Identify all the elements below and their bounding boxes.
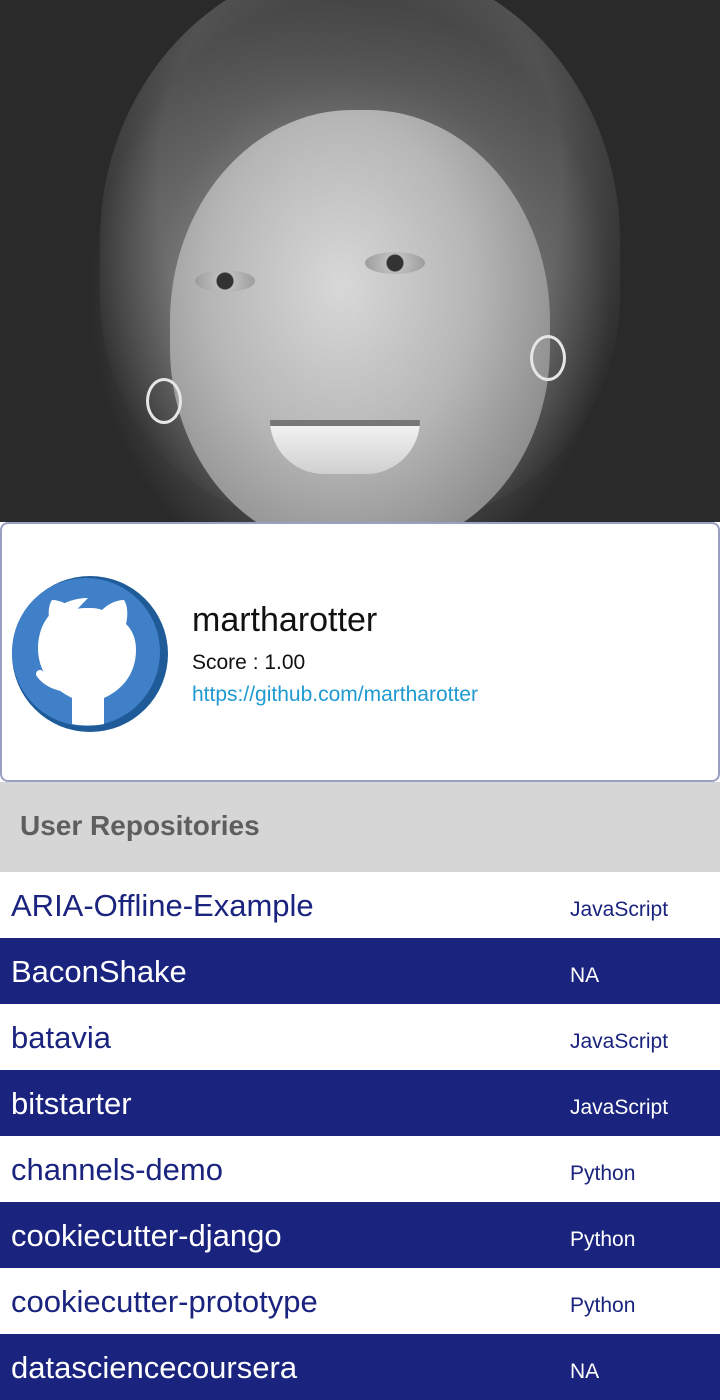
photo-eye-right [365, 252, 425, 274]
repo-row[interactable]: batavia JavaScript [0, 1004, 720, 1070]
repo-language: JavaScript [570, 1096, 669, 1119]
repo-language: NA [570, 964, 600, 987]
profile-score: Score : 1.00 [192, 651, 306, 674]
repo-language: Python [570, 1228, 636, 1251]
profile-link[interactable]: https://github.com/martharotter [192, 683, 478, 706]
repo-name: datasciencecoursera [11, 1350, 298, 1385]
repo-row[interactable]: cookiecutter-django Python [0, 1202, 720, 1268]
repo-row[interactable]: ARIA-Offline-Example JavaScript [0, 872, 720, 938]
photo-earring-left [146, 378, 182, 424]
github-octocat-icon [12, 576, 168, 732]
profile-info: martharotter Score : 1.00 https://github… [192, 600, 478, 712]
repo-row[interactable]: BaconShake NA [0, 938, 720, 1004]
repo-row[interactable]: datasciencecoursera NA [0, 1334, 720, 1400]
repo-list: ARIA-Offline-Example JavaScript BaconSha… [0, 872, 720, 1400]
repo-name: cookiecutter-prototype [11, 1284, 318, 1319]
photo-eye-left [195, 270, 255, 292]
repo-row[interactable]: channels-demo Python [0, 1136, 720, 1202]
repo-language: JavaScript [570, 898, 669, 921]
repo-name: ARIA-Offline-Example [11, 888, 314, 923]
profile-card: martharotter Score : 1.00 https://github… [0, 522, 720, 782]
repo-name: bitstarter [11, 1086, 132, 1121]
repositories-header: User Repositories [0, 782, 720, 872]
photo-earring-right [530, 335, 566, 381]
profile-photo [0, 0, 720, 522]
repo-language: NA [570, 1360, 600, 1383]
repo-name: cookiecutter-django [11, 1218, 282, 1253]
repo-language: JavaScript [570, 1030, 669, 1053]
repo-row[interactable]: cookiecutter-prototype Python [0, 1268, 720, 1334]
repo-language: Python [570, 1294, 636, 1317]
repo-name: BaconShake [11, 954, 187, 989]
repo-name: channels-demo [11, 1152, 223, 1187]
repositories-title: User Repositories [20, 810, 260, 841]
repo-row[interactable]: bitstarter JavaScript [0, 1070, 720, 1136]
repo-name: batavia [11, 1020, 111, 1055]
repo-language: Python [570, 1162, 636, 1185]
profile-username: martharotter [192, 601, 378, 639]
